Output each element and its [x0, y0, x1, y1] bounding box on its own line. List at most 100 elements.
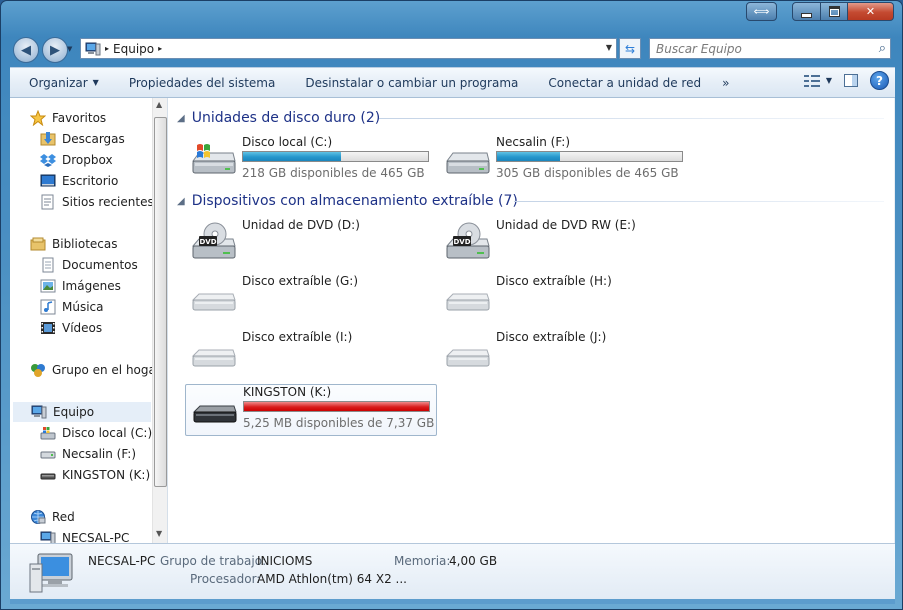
drive-name: Unidad de DVD RW (E:)	[496, 218, 636, 232]
nav-libraries[interactable]: Bibliotecas	[30, 234, 117, 254]
drive-name: Disco extraíble (G:)	[242, 274, 359, 288]
removable-disk-icon	[191, 293, 236, 311]
recent-pages-dropdown[interactable]: ▼	[67, 45, 72, 53]
nav-label: Imágenes	[62, 279, 121, 293]
folder-icon	[40, 131, 56, 147]
map-network-drive-button[interactable]: Conectar a unidad de red	[533, 68, 716, 97]
videos-icon	[40, 320, 56, 336]
organize-button[interactable]: Organizar ▼	[10, 68, 114, 97]
drive-g[interactable]: Disco extraíble (G:)	[185, 274, 435, 324]
scroll-up-icon[interactable]: ▲	[156, 100, 162, 109]
nav-homegroup[interactable]: Grupo en el hogar	[30, 360, 161, 380]
nav-label: KINGSTON (K:)	[62, 468, 151, 482]
snap-icon: ⟺	[753, 5, 770, 18]
capacity-fill	[497, 152, 560, 161]
nav-label: Red	[52, 510, 75, 524]
homegroup-icon	[30, 362, 46, 378]
search-icon[interactable]: ⌕	[879, 41, 886, 56]
search-box[interactable]: ⌕	[649, 38, 891, 59]
computer-name: NECSAL-PC	[88, 554, 156, 568]
nav-music[interactable]: Música	[40, 297, 104, 317]
nav-necsal-pc[interactable]: NECSAL-PC	[40, 528, 129, 543]
pictures-icon	[40, 278, 56, 294]
computer-icon	[40, 530, 56, 543]
nav-desktop[interactable]: Escritorio	[40, 171, 118, 191]
nav-favorites[interactable]: Favoritos	[29, 108, 107, 128]
hard-disk-icon	[40, 446, 56, 462]
drive-name: Disco extraíble (I:)	[242, 330, 353, 344]
hard-disk-icon	[446, 152, 490, 174]
group-header-removable[interactable]: ◢ Dispositivos con almacenamiento extraí…	[177, 191, 518, 211]
drive-c[interactable]: Disco local (C:) 218 GB disponibles de 4…	[185, 135, 435, 185]
address-dropdown-icon[interactable]: ▼	[606, 43, 612, 52]
search-input[interactable]	[650, 39, 866, 58]
nav-videos[interactable]: Vídeos	[40, 318, 102, 338]
nav-computer[interactable]: Equipo	[13, 402, 151, 422]
removable-disk-icon	[191, 349, 236, 367]
address-bar[interactable]: ▸ Equipo ▸ ▼	[80, 38, 617, 59]
explorer-window: ⟺ ✕ ◀ ▶ ▼ ▸ Equipo ▸ ▼ ⇆ ⌕ Organizar ▼ Pr…	[0, 0, 903, 610]
system-properties-button[interactable]: Propiedades del sistema	[114, 68, 291, 97]
nav-recent-places[interactable]: Sitios recientes	[40, 192, 154, 212]
drive-d[interactable]: DVD Unidad de DVD (D:)	[185, 218, 435, 268]
breadcrumb-separator[interactable]: ▸	[158, 44, 162, 53]
nav-network[interactable]: Red	[30, 507, 75, 527]
nav-dropbox[interactable]: Dropbox	[40, 150, 113, 170]
help-icon[interactable]: ?	[870, 71, 889, 90]
nav-local-disk-c[interactable]: Disco local (C:)	[40, 423, 152, 443]
nav-label: Escritorio	[62, 174, 119, 188]
chevron-down-icon: ▼	[825, 76, 832, 85]
nav-pictures[interactable]: Imágenes	[40, 276, 121, 296]
refresh-button[interactable]: ⇆	[619, 38, 641, 59]
breadcrumb-separator[interactable]: ▸	[105, 44, 109, 53]
change-view-button[interactable]: ▼	[803, 74, 832, 88]
drive-j[interactable]: Disco extraíble (J:)	[439, 330, 689, 380]
group-title: Dispositivos con almacenamiento extraíbl…	[191, 193, 518, 209]
snap-button[interactable]: ⟺	[746, 2, 777, 21]
nav-necsalin-f[interactable]: Necsalin (F:)	[40, 444, 136, 464]
uninstall-program-button[interactable]: Desinstalar o cambiar un programa	[290, 68, 533, 97]
nav-label: Favoritos	[52, 111, 107, 125]
memory-label: Memoria:	[394, 554, 451, 568]
drive-e[interactable]: DVD Unidad de DVD RW (E:)	[439, 218, 689, 268]
memory-value: 4,00 GB	[449, 554, 498, 568]
capacity-fill	[243, 152, 342, 161]
scroll-down-icon[interactable]: ▼	[156, 529, 162, 538]
back-icon: ◀	[21, 42, 31, 58]
svg-text:DVD: DVD	[199, 238, 216, 246]
nav-label: Equipo	[53, 405, 95, 419]
nav-label: Documentos	[62, 258, 138, 272]
close-button[interactable]: ✕	[848, 2, 894, 21]
breadcrumb-equipo[interactable]: Equipo	[113, 42, 154, 56]
forward-button[interactable]: ▶	[42, 37, 68, 63]
navigation-scrollbar[interactable]: ▲ ▼	[152, 98, 167, 543]
star-icon	[29, 109, 47, 127]
documents-icon	[40, 257, 56, 273]
group-title: Unidades de disco duro (2)	[191, 110, 381, 126]
group-header-hard-disks[interactable]: ◢ Unidades de disco duro (2)	[177, 108, 380, 128]
nav-kingston-k[interactable]: KINGSTON (K:)	[40, 465, 150, 485]
nav-label: Disco local (C:)	[62, 426, 153, 440]
workgroup-label: Grupo de trabajo:	[160, 554, 267, 568]
pane-edge	[894, 98, 895, 543]
minimize-button[interactable]	[792, 2, 821, 21]
details-pane: NECSAL-PC Grupo de trabajo: INICIOMS Mem…	[10, 543, 895, 599]
chevron-down-icon: ▼	[92, 78, 99, 87]
nav-downloads[interactable]: Descargas	[40, 129, 125, 149]
capacity-bar	[496, 151, 683, 162]
more-commands-button[interactable]: »	[716, 68, 744, 97]
preview-pane-icon[interactable]	[844, 74, 858, 87]
drive-f[interactable]: Necsalin (F:) 305 GB disponibles de 465 …	[439, 135, 689, 185]
drive-i[interactable]: Disco extraíble (I:)	[185, 330, 435, 380]
nav-label: Bibliotecas	[52, 237, 118, 251]
back-button[interactable]: ◀	[13, 37, 39, 63]
scroll-thumb[interactable]	[154, 117, 167, 487]
drive-h[interactable]: Disco extraíble (H:)	[439, 274, 689, 324]
drive-name: Disco local (C:)	[242, 135, 333, 149]
organize-label: Organizar	[29, 75, 88, 90]
drive-k[interactable]: KINGSTON (K:) 5,25 MB disponibles de 7,3…	[185, 384, 437, 436]
removable-disk-icon	[445, 293, 490, 311]
maximize-button[interactable]	[821, 2, 848, 21]
command-bar: Organizar ▼ Propiedades del sistema Desin…	[10, 67, 895, 98]
nav-documents[interactable]: Documentos	[40, 255, 138, 275]
